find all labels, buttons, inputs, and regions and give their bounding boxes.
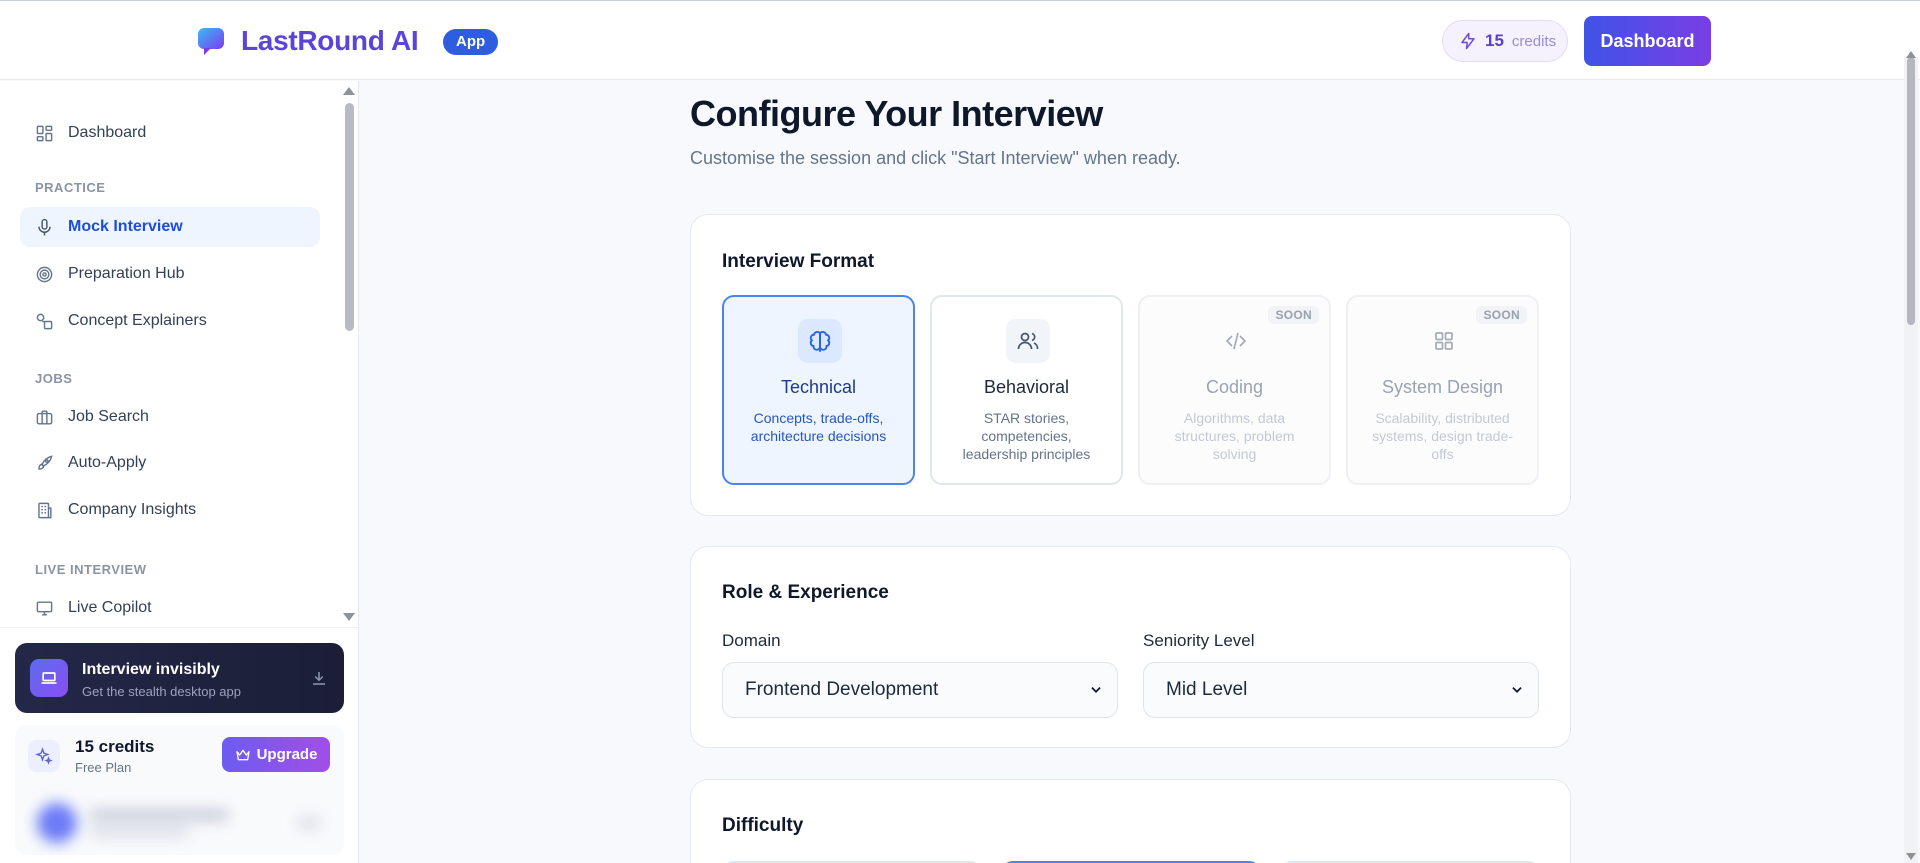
upgrade-label: Upgrade xyxy=(256,746,318,763)
rocket-icon xyxy=(38,454,53,470)
dashboard-icon xyxy=(36,125,53,141)
chevron-down-icon xyxy=(1091,687,1101,693)
format-option-behavioral[interactable]: Behavioral STAR stories, competencies, l… xyxy=(930,295,1123,485)
soon-badge: SOON xyxy=(1268,306,1319,324)
seniority-label: Seniority Level xyxy=(1143,631,1255,650)
role-experience-card: Role & Experience Domain Seniority Level… xyxy=(690,546,1571,748)
sidebar: Dashboard PRACTICE Mock Interview Prepar… xyxy=(0,81,359,863)
select-value: Frontend Development xyxy=(745,679,939,700)
format-option-coding: SOON Coding Algorithms, data structures,… xyxy=(1138,295,1331,485)
target-icon xyxy=(36,266,53,282)
brain-icon xyxy=(798,319,842,363)
domain-select[interactable]: Frontend Development xyxy=(722,662,1118,718)
chat-bubble-icon[interactable] xyxy=(196,26,226,56)
sparkles-icon xyxy=(28,740,60,772)
domain-label: Domain xyxy=(722,631,781,650)
plan-name: Free Plan xyxy=(75,760,132,775)
sidebar-item-preparation-hub[interactable]: Preparation Hub xyxy=(20,254,320,294)
option-description: Scalability, distributed systems, design… xyxy=(1372,410,1513,462)
sidebar-item-label: Preparation Hub xyxy=(68,265,185,282)
option-name: Technical xyxy=(780,377,857,397)
app-badge: App xyxy=(443,29,499,55)
credits-count: 15 xyxy=(1485,31,1504,50)
brand-name[interactable]: LastRound AI xyxy=(241,25,419,57)
user-profile-blurred[interactable] xyxy=(27,797,332,849)
desktop-app-promo[interactable]: Interview invisibly Get the stealth desk… xyxy=(15,643,344,713)
sidebar-item-concept-explainers[interactable]: Concept Explainers xyxy=(20,301,320,341)
card-title: Difficulty xyxy=(722,815,804,836)
credits-pill[interactable]: 15 credits xyxy=(1442,20,1568,62)
plan-box: 15 credits Free Plan Upgrade xyxy=(15,725,344,855)
sidebar-scrollbar[interactable] xyxy=(345,103,354,331)
select-value: Mid Level xyxy=(1166,679,1248,700)
sidebar-item-auto-apply[interactable]: Auto-Apply xyxy=(20,443,320,483)
card-title: Interview Format xyxy=(722,251,875,272)
seniority-select[interactable]: Mid Level xyxy=(1143,662,1539,718)
promo-title: Interview invisibly xyxy=(82,661,220,678)
shapes-icon xyxy=(36,313,53,329)
microphone-icon xyxy=(38,218,51,235)
main-scroll-up-icon[interactable] xyxy=(1906,51,1916,58)
difficulty-card: Difficulty xyxy=(690,779,1571,863)
sidebar-item-label: Job Search xyxy=(68,408,149,425)
section-label-live-interview: LIVE INTERVIEW xyxy=(35,562,147,577)
top-bar: LastRound AI App 15 credits Dashboard xyxy=(0,0,1920,80)
option-name: System Design xyxy=(1381,377,1504,397)
laptop-icon xyxy=(30,659,68,697)
promo-subtitle: Get the stealth desktop app xyxy=(82,684,241,699)
sidebar-scroll-down-icon[interactable] xyxy=(343,613,355,621)
interview-format-card: Interview Format Technical Concepts, tra… xyxy=(690,214,1571,516)
sidebar-item-label: Company Insights xyxy=(68,501,197,518)
option-name: Behavioral xyxy=(983,377,1070,397)
sidebar-scroll-up-icon[interactable] xyxy=(343,87,355,95)
sidebar-item-label: Mock Interview xyxy=(68,218,183,235)
soon-badge: SOON xyxy=(1476,306,1527,324)
grid-icon xyxy=(1422,319,1466,363)
building-icon xyxy=(38,502,52,518)
main-scrollbar[interactable] xyxy=(1907,57,1915,325)
card-title: Role & Experience xyxy=(722,582,889,603)
sidebar-item-job-search[interactable]: Job Search xyxy=(20,397,320,437)
format-option-technical[interactable]: Technical Concepts, trade-offs, architec… xyxy=(722,295,915,485)
sidebar-item-company-insights[interactable]: Company Insights xyxy=(20,490,320,530)
option-description: Concepts, trade-offs, architecture decis… xyxy=(750,410,887,444)
lightning-icon xyxy=(1461,32,1475,50)
sidebar-item-label: Concept Explainers xyxy=(68,312,207,329)
sidebar-item-label: Live Copilot xyxy=(68,599,152,616)
section-label-jobs: JOBS xyxy=(35,371,73,386)
page-subtitle: Customise the session and click "Start I… xyxy=(690,148,1181,168)
section-label-practice: PRACTICE xyxy=(35,180,106,195)
option-name: Coding xyxy=(1205,377,1264,397)
upgrade-button[interactable]: Upgrade xyxy=(222,737,330,772)
credits-label: credits xyxy=(1511,32,1557,50)
option-description: STAR stories, competencies, leadership p… xyxy=(962,410,1091,462)
page-title: Configure Your Interview xyxy=(690,93,1103,134)
users-icon xyxy=(1006,319,1050,363)
chevron-down-icon xyxy=(1512,687,1522,693)
code-icon xyxy=(1214,319,1258,363)
main-scroll-down-icon[interactable] xyxy=(1906,853,1916,860)
format-option-system-design: SOON System Design Scalability, distribu… xyxy=(1346,295,1539,485)
avatar xyxy=(37,803,77,843)
sidebar-item-dashboard[interactable]: Dashboard xyxy=(20,113,320,153)
monitor-icon xyxy=(36,600,53,616)
sidebar-item-mock-interview[interactable]: Mock Interview xyxy=(20,207,320,247)
download-icon[interactable] xyxy=(310,669,328,687)
dashboard-button[interactable]: Dashboard xyxy=(1584,16,1711,66)
sidebar-item-label: Auto-Apply xyxy=(68,454,147,471)
plan-credits: 15 credits xyxy=(75,737,155,756)
option-description: Algorithms, data structures, problem sol… xyxy=(1174,410,1295,462)
sidebar-item-live-copilot[interactable]: Live Copilot xyxy=(20,588,320,628)
briefcase-icon xyxy=(36,409,53,425)
sidebar-item-label: Dashboard xyxy=(68,124,147,141)
crown-icon xyxy=(235,749,250,760)
sidebar-divider xyxy=(0,627,358,628)
